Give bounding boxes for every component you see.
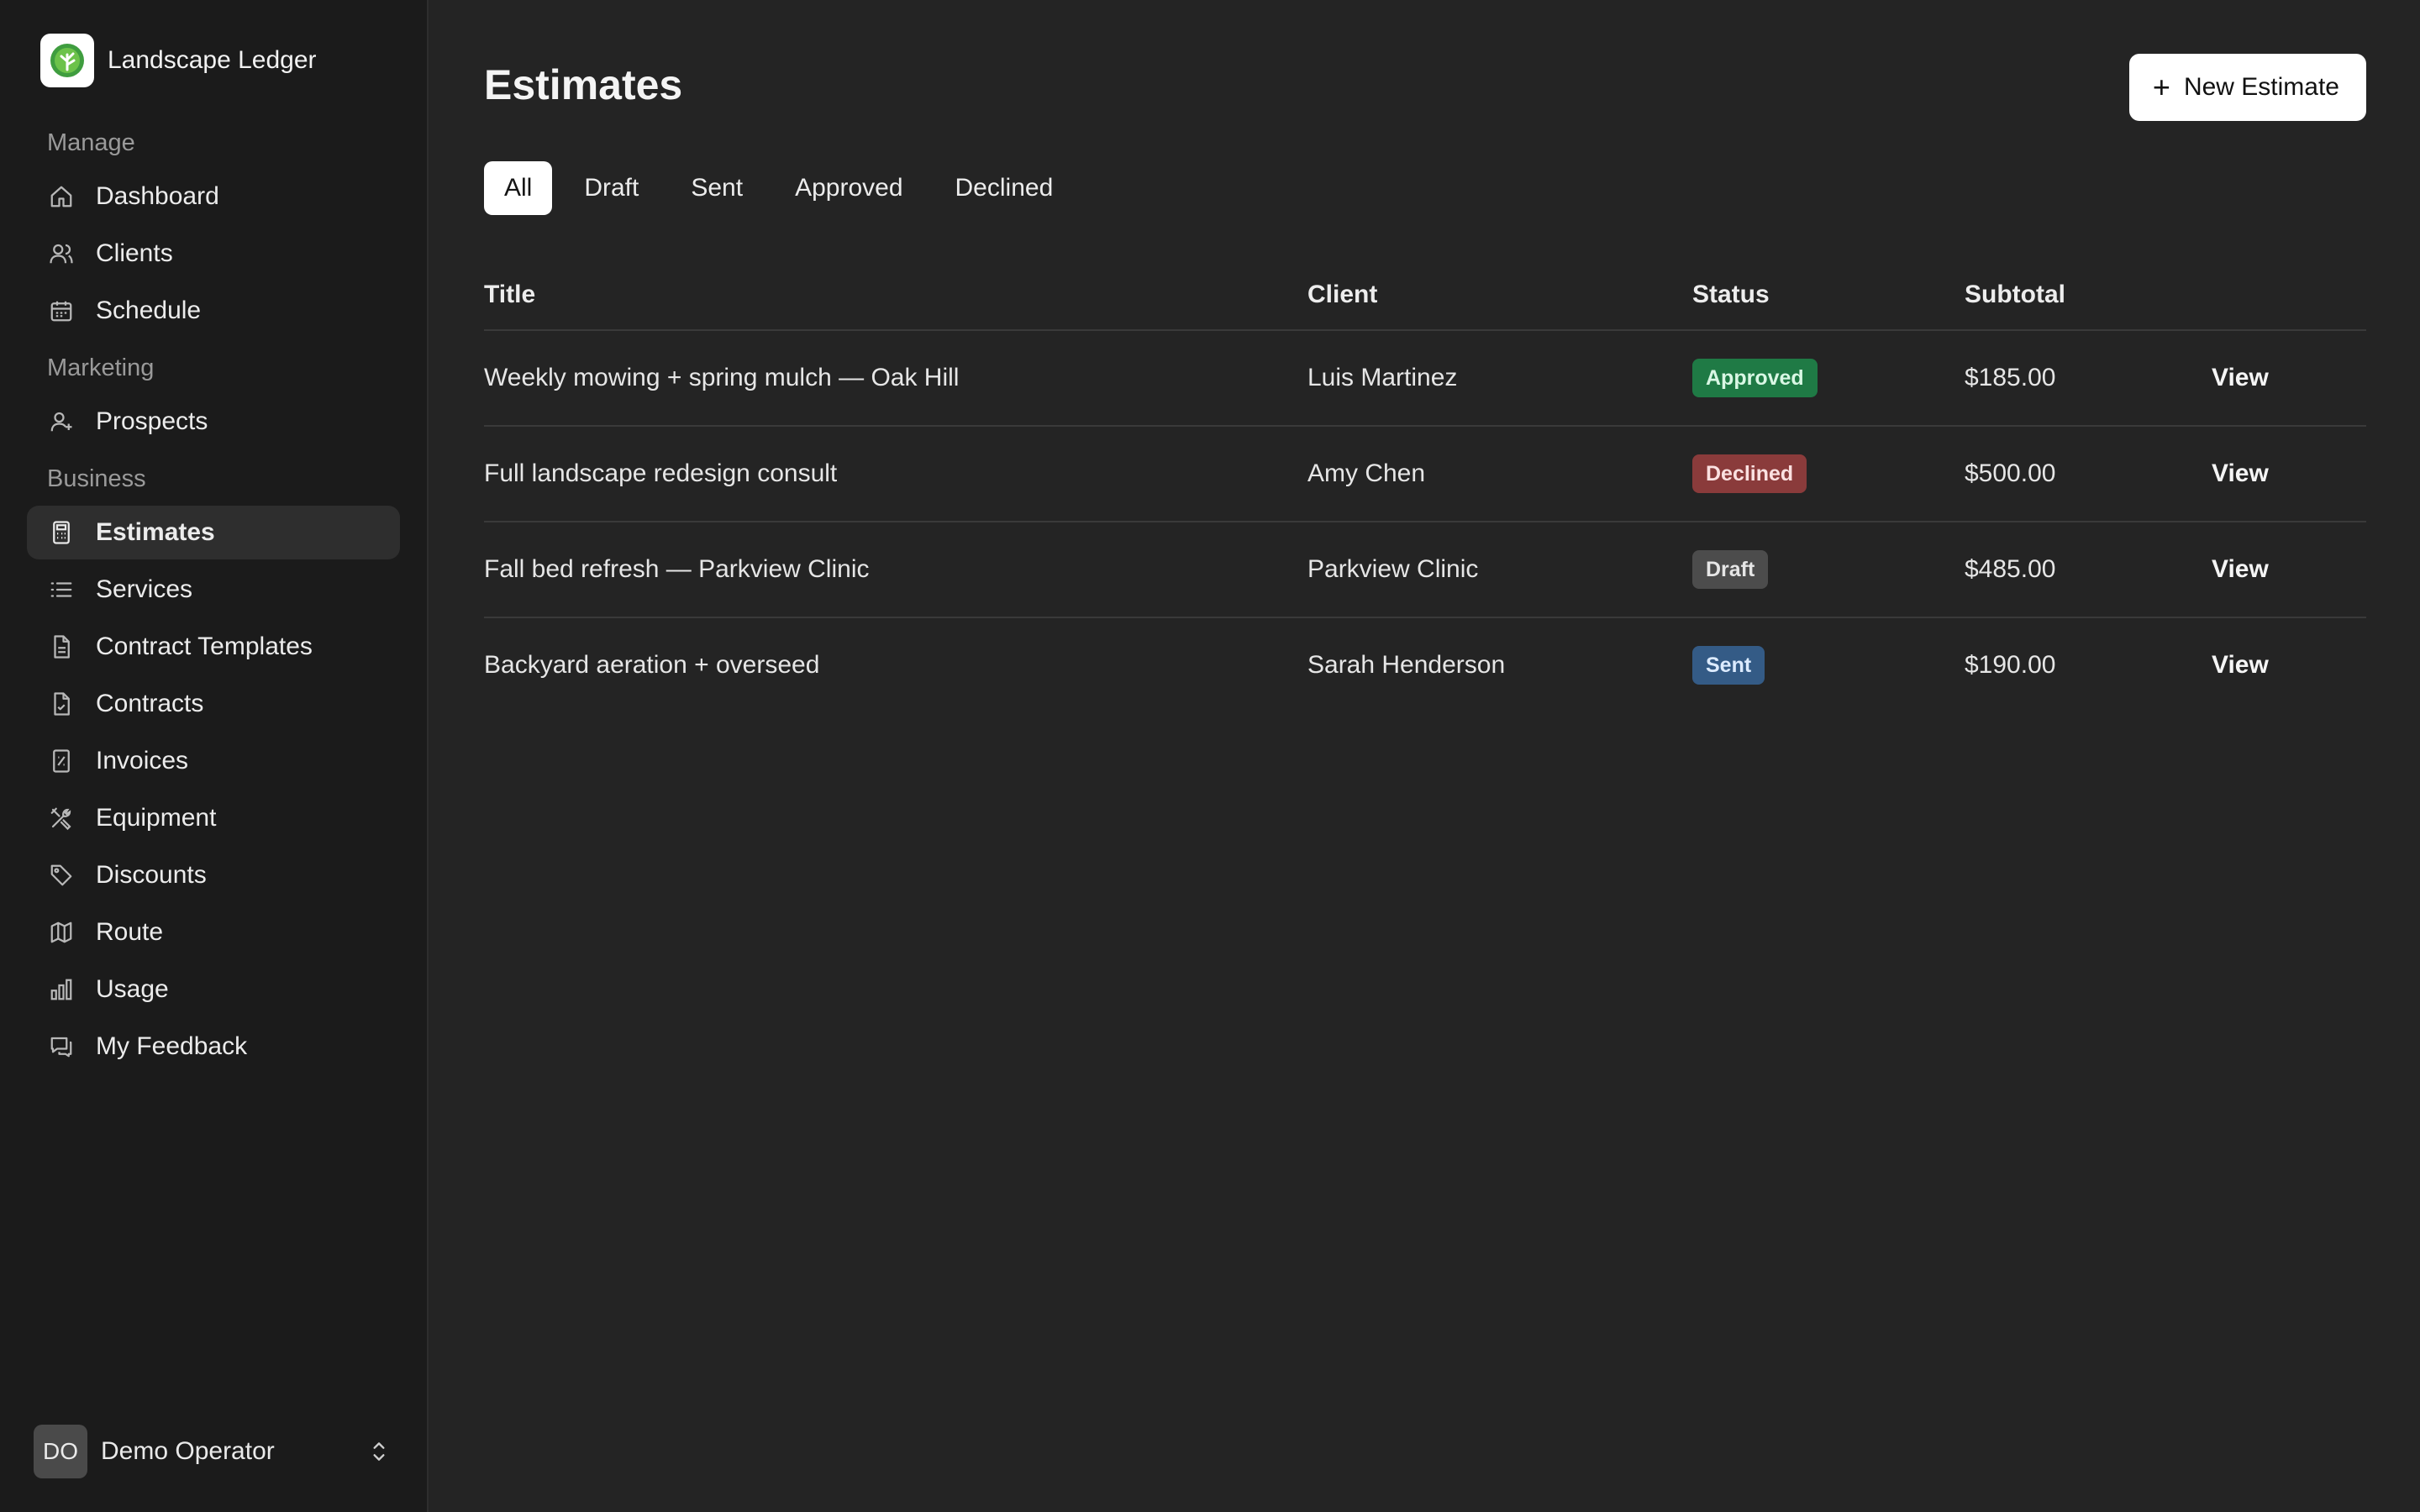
- home-icon: [47, 182, 76, 211]
- sidebar-item-prospects[interactable]: Prospects: [27, 395, 400, 449]
- sidebar-item-label: Prospects: [96, 407, 208, 435]
- sidebar-item-equipment[interactable]: Equipment: [27, 791, 400, 845]
- sidebar-item-label: Contract Templates: [96, 633, 313, 660]
- status-badge: Draft: [1692, 550, 1769, 589]
- file-check-icon: [47, 690, 76, 718]
- sidebar-item-label: Dashboard: [96, 182, 219, 210]
- sidebar-item-label: Usage: [96, 975, 169, 1003]
- tab-draft[interactable]: Draft: [564, 161, 659, 215]
- estimate-title: Fall bed refresh — Parkview Clinic: [484, 555, 870, 583]
- main-content: Estimates + New Estimate All Draft Sent …: [429, 0, 2420, 1512]
- estimate-subtotal: $500.00: [1965, 459, 2056, 487]
- table-row[interactable]: Backyard aeration + overseed Sarah Hende…: [484, 618, 2366, 712]
- bar-chart-icon: [47, 975, 76, 1004]
- chevron-up-down-icon[interactable]: [365, 1437, 393, 1466]
- leaf-logo-icon: [40, 34, 94, 87]
- column-header-status[interactable]: Status: [1692, 281, 1965, 309]
- new-estimate-label: New Estimate: [2183, 73, 2339, 101]
- column-header-subtotal[interactable]: Subtotal: [1965, 281, 2212, 309]
- feedback-icon: [47, 1032, 76, 1061]
- sidebar-item-estimates[interactable]: Estimates: [27, 506, 400, 559]
- sidebar-item-route[interactable]: Route: [27, 906, 400, 959]
- users-icon: [47, 239, 76, 268]
- avatar: DO: [34, 1425, 87, 1478]
- calculator-icon: [47, 518, 76, 547]
- sidebar-item-clients[interactable]: Clients: [27, 227, 400, 281]
- sidebar-nav: Manage Dashboard Clients Schedule Market: [27, 116, 400, 1074]
- tab-declined[interactable]: Declined: [935, 161, 1074, 215]
- sidebar-item-schedule[interactable]: Schedule: [27, 284, 400, 338]
- estimate-subtotal: $185.00: [1965, 364, 2056, 391]
- estimate-client: Luis Martinez: [1307, 364, 1458, 391]
- sidebar-item-usage[interactable]: Usage: [27, 963, 400, 1016]
- sidebar-item-label: Equipment: [96, 804, 217, 832]
- estimate-title: Full landscape redesign consult: [484, 459, 838, 487]
- estimate-client: Amy Chen: [1307, 459, 1426, 487]
- sidebar-item-dashboard[interactable]: Dashboard: [27, 170, 400, 223]
- view-link[interactable]: View: [2212, 651, 2366, 680]
- view-link[interactable]: View: [2212, 459, 2366, 488]
- sidebar-item-label: Invoices: [96, 747, 189, 774]
- status-badge: Declined: [1692, 454, 1807, 493]
- view-link[interactable]: View: [2212, 555, 2366, 584]
- new-estimate-button[interactable]: + New Estimate: [2128, 54, 2366, 121]
- tab-all[interactable]: All: [484, 161, 553, 215]
- nav-section-manage: Manage: [47, 129, 135, 156]
- calendar-icon: [47, 297, 76, 325]
- list-icon: [47, 575, 76, 604]
- sidebar-item-discounts[interactable]: Discounts: [27, 848, 400, 902]
- map-icon: [47, 918, 76, 947]
- nav-section-business: Business: [47, 465, 146, 492]
- user-name: Demo Operator: [101, 1437, 275, 1465]
- estimate-title: Weekly mowing + spring mulch — Oak Hill: [484, 364, 960, 391]
- sidebar-item-label: Clients: [96, 239, 173, 267]
- estimate-client: Parkview Clinic: [1307, 555, 1479, 583]
- sidebar-item-label: My Feedback: [96, 1032, 248, 1060]
- receipt-icon: [47, 747, 76, 775]
- tab-approved[interactable]: Approved: [775, 161, 923, 215]
- sidebar-item-contract-templates[interactable]: Contract Templates: [27, 620, 400, 674]
- tab-sent[interactable]: Sent: [671, 161, 763, 215]
- plus-icon: +: [2152, 70, 2170, 104]
- column-header-title[interactable]: Title: [484, 281, 1307, 309]
- estimates-table: Title Client Status Subtotal Weekly mowi…: [484, 260, 2366, 712]
- status-badge: Sent: [1692, 646, 1765, 685]
- sidebar: Landscape Ledger Manage Dashboard Client…: [0, 0, 429, 1512]
- sidebar-item-label: Schedule: [96, 297, 202, 324]
- sidebar-item-label: Route: [96, 918, 164, 946]
- sidebar-item-label: Discounts: [96, 861, 207, 889]
- file-icon: [47, 633, 76, 661]
- tag-icon: [47, 861, 76, 890]
- sidebar-item-label: Services: [96, 575, 193, 603]
- tools-icon: [47, 804, 76, 832]
- nav-section-marketing: Marketing: [47, 354, 155, 381]
- table-header: Title Client Status Subtotal: [484, 260, 2366, 331]
- estimate-client: Sarah Henderson: [1307, 651, 1506, 679]
- table-row[interactable]: Fall bed refresh — Parkview Clinic Parkv…: [484, 522, 2366, 618]
- estimate-title: Backyard aeration + overseed: [484, 651, 820, 679]
- view-link[interactable]: View: [2212, 364, 2366, 392]
- estimate-subtotal: $190.00: [1965, 651, 2056, 679]
- column-header-client[interactable]: Client: [1307, 281, 1692, 309]
- table-row[interactable]: Weekly mowing + spring mulch — Oak Hill …: [484, 331, 2366, 427]
- sidebar-item-label: Contracts: [96, 690, 204, 717]
- status-badge: Approved: [1692, 359, 1818, 397]
- user-menu[interactable]: DO Demo Operator: [34, 1425, 393, 1478]
- sidebar-item-label: Estimates: [96, 518, 215, 546]
- status-filter-tabs: All Draft Sent Approved Declined: [484, 161, 1085, 215]
- sidebar-item-invoices[interactable]: Invoices: [27, 734, 400, 788]
- brand[interactable]: Landscape Ledger: [40, 32, 400, 89]
- page-title: Estimates: [484, 61, 683, 108]
- user-plus-icon: [47, 407, 76, 436]
- app-name: Landscape Ledger: [108, 46, 317, 74]
- sidebar-item-contracts[interactable]: Contracts: [27, 677, 400, 731]
- table-row[interactable]: Full landscape redesign consult Amy Chen…: [484, 427, 2366, 522]
- estimate-subtotal: $485.00: [1965, 555, 2056, 583]
- sidebar-item-services[interactable]: Services: [27, 563, 400, 617]
- sidebar-item-my-feedback[interactable]: My Feedback: [27, 1020, 400, 1074]
